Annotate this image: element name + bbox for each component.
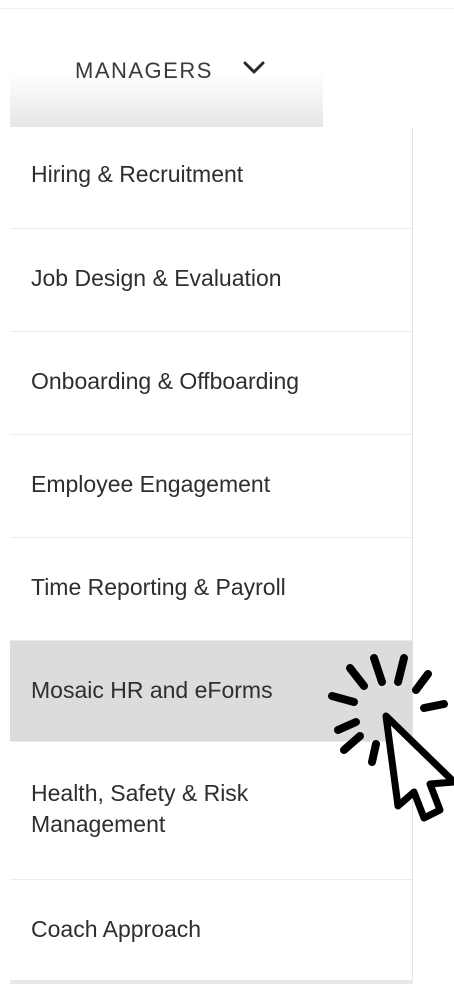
menu-item-label: Employee Engagement bbox=[31, 471, 271, 497]
managers-dropdown-label: MANAGERS bbox=[75, 58, 213, 83]
menu-item-onboarding-offboarding[interactable]: Onboarding & Offboarding bbox=[10, 332, 412, 435]
menu-item-job-design-evaluation[interactable]: Job Design & Evaluation bbox=[10, 229, 412, 332]
menu-item-mosaic-hr-eforms[interactable]: Mosaic HR and eForms bbox=[10, 641, 412, 742]
chevron-down-icon bbox=[243, 61, 265, 74]
menu-item-coach-approach[interactable]: Coach Approach bbox=[10, 880, 412, 982]
menu-item-time-reporting-payroll[interactable]: Time Reporting & Payroll bbox=[10, 538, 412, 641]
menu-item-hiring-recruitment[interactable]: Hiring & Recruitment bbox=[10, 127, 412, 229]
menu-item-label: Onboarding & Offboarding bbox=[31, 368, 300, 394]
menu-item-employee-engagement[interactable]: Employee Engagement bbox=[10, 435, 412, 538]
menu-item-label: Hiring & Recruitment bbox=[31, 161, 244, 187]
menu-item-label: Coach Approach bbox=[31, 916, 202, 942]
top-divider bbox=[0, 8, 454, 9]
menu-item-label: Mosaic HR and eForms bbox=[31, 677, 273, 703]
managers-dropdown-trigger[interactable]: MANAGERS bbox=[10, 37, 323, 127]
menu-item-health-safety-risk[interactable]: Health, Safety & Risk Management bbox=[10, 742, 412, 880]
managers-dropdown-menu: Hiring & Recruitment Job Design & Evalua… bbox=[10, 127, 413, 982]
menu-item-label: Health, Safety & Risk Management bbox=[31, 780, 249, 837]
menu-item-label: Job Design & Evaluation bbox=[31, 265, 282, 291]
menu-bottom-edge bbox=[10, 980, 413, 984]
menu-item-label: Time Reporting & Payroll bbox=[31, 574, 286, 600]
